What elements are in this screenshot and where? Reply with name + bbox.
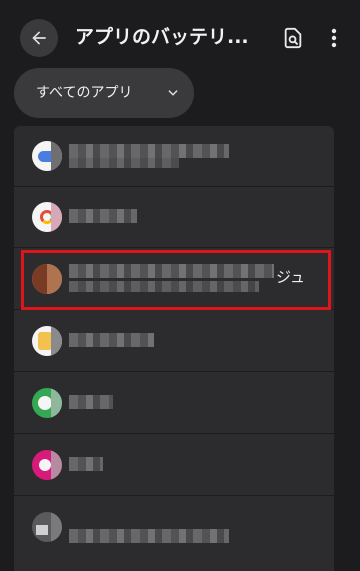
filter-label: すべてのアプリ: [36, 85, 133, 101]
more-options-button[interactable]: [324, 25, 344, 51]
more-vert-icon: [331, 28, 337, 48]
search-in-page-icon: [284, 27, 302, 49]
list-item[interactable]: [14, 373, 334, 433]
app-icon: [32, 141, 62, 171]
app-name-redacted: [69, 144, 229, 158]
list-item[interactable]: [14, 187, 334, 247]
page-title: アプリのバッテリ...: [75, 26, 249, 48]
app-name-redacted: [69, 395, 113, 409]
back-button[interactable]: [20, 19, 58, 57]
app-icon: [32, 388, 62, 418]
app-name-redacted: [69, 457, 103, 471]
app-list: ジュ: [14, 126, 334, 571]
app-name-redacted: [69, 209, 137, 223]
app-icon: [32, 326, 62, 356]
highlight-box: [21, 250, 331, 310]
arrow-back-icon: [32, 31, 46, 45]
search-button[interactable]: [280, 25, 306, 51]
app-name-redacted: [69, 529, 229, 543]
app-icon: [32, 512, 62, 542]
app-icon: [32, 450, 62, 480]
app-icon: [32, 202, 62, 232]
list-item[interactable]: [14, 311, 334, 371]
list-item[interactable]: [14, 126, 334, 186]
app-usage-redacted: [69, 158, 179, 168]
app-name-redacted: [69, 333, 154, 347]
list-item[interactable]: [14, 435, 334, 495]
chevron-down-icon: [168, 90, 178, 96]
list-item[interactable]: [14, 497, 334, 557]
top-app-bar: アプリのバッテリ...: [0, 0, 360, 68]
app-filter-dropdown[interactable]: すべてのアプリ: [14, 68, 194, 118]
